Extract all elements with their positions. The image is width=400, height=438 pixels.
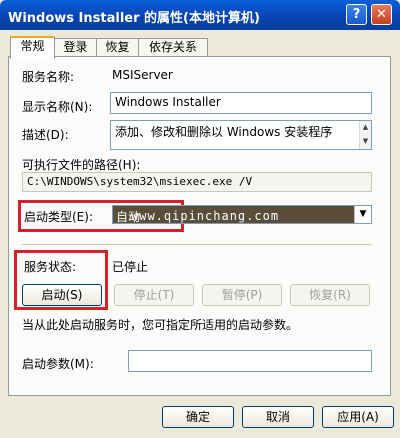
separator xyxy=(22,244,372,246)
window-title: Windows Installer 的属性(本地计算机) xyxy=(8,11,260,26)
service-name-value: MSIServer xyxy=(112,68,173,82)
start-params-label: 启动参数(M): xyxy=(22,357,94,371)
close-button[interactable]: ✕ xyxy=(371,4,392,25)
cancel-button[interactable]: 取消 xyxy=(242,406,314,428)
stop-button[interactable]: 停止(T) xyxy=(114,284,194,306)
scroll-up-icon[interactable]: ▲ xyxy=(360,121,371,135)
pause-button[interactable]: 暂停(P) xyxy=(202,284,282,306)
description-label: 描述(D): xyxy=(22,128,69,142)
display-name-value: Windows Installer xyxy=(115,95,221,109)
path-label: 可执行文件的路径(H): xyxy=(22,158,141,172)
startup-type-select[interactable]: 自动 www.qipinchang.com ▼ xyxy=(112,205,372,224)
watermark-text: www.qipinchang.com xyxy=(131,209,280,223)
description-value: 添加、修改和删除以 Windows 安装程序 xyxy=(115,125,333,139)
startup-type-label: 启动类型(E): xyxy=(24,210,93,224)
start-button[interactable]: 启动(S) xyxy=(22,284,102,306)
tab-logon[interactable]: 登录 xyxy=(54,38,97,57)
path-value: C:\WINDOWS\system32\msiexec.exe /V xyxy=(27,175,253,188)
tab-recovery[interactable]: 恢复 xyxy=(96,38,139,57)
start-params-input[interactable] xyxy=(128,350,372,372)
chevron-down-icon[interactable]: ▼ xyxy=(354,206,371,223)
tab-dependencies[interactable]: 依存关系 xyxy=(138,38,208,57)
apply-button[interactable]: 应用(A) xyxy=(322,406,394,428)
description-scrollbar[interactable]: ▲ ▼ xyxy=(359,121,371,149)
description-field[interactable]: 添加、修改和删除以 Windows 安装程序 ▲ ▼ xyxy=(110,120,372,150)
service-status-label: 服务状态: xyxy=(24,260,77,274)
service-name-label: 服务名称: xyxy=(22,70,75,84)
ok-button[interactable]: 确定 xyxy=(162,406,234,428)
scroll-down-icon[interactable]: ▼ xyxy=(360,135,371,149)
start-params-hint: 当从此处启动服务时，您可指定所适用的启动参数。 xyxy=(22,318,299,332)
tab-general[interactable]: 常规 xyxy=(10,36,55,59)
display-name-field[interactable]: Windows Installer xyxy=(110,92,372,114)
resume-button[interactable]: 恢复(R) xyxy=(290,284,370,306)
path-field: C:\WINDOWS\system32\msiexec.exe /V xyxy=(22,172,372,192)
display-name-label: 显示名称(N): xyxy=(22,100,93,114)
service-status-value: 已停止 xyxy=(112,260,149,274)
help-button[interactable]: ? xyxy=(346,4,367,25)
